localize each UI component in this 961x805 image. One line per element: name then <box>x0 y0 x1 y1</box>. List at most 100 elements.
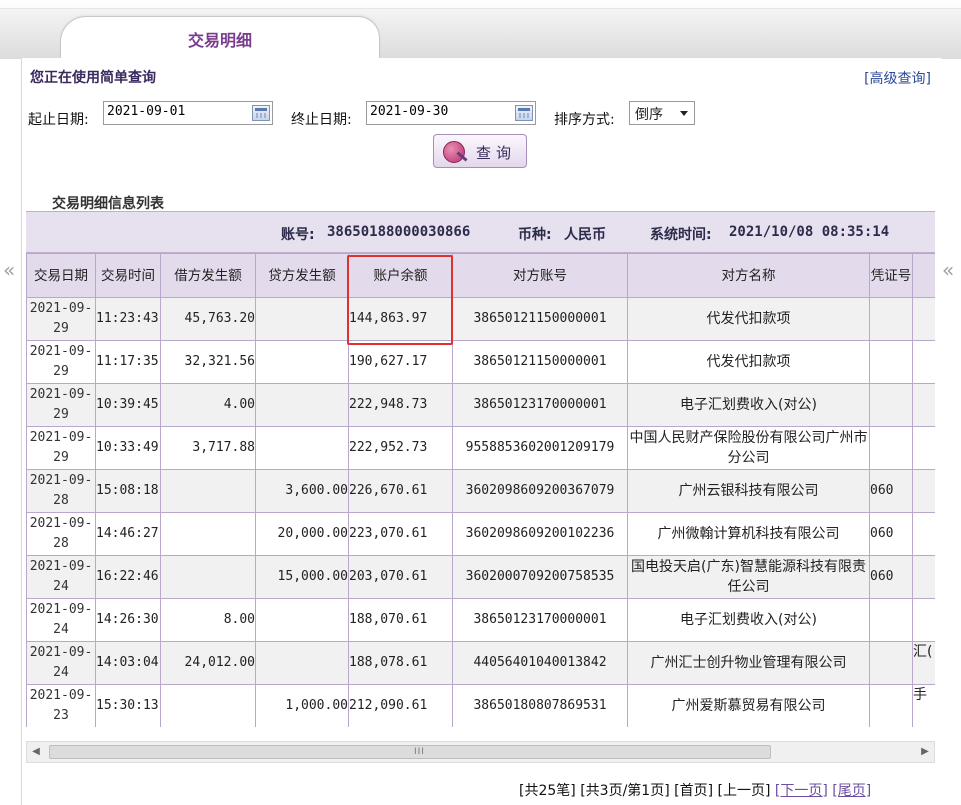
cell-date: 2021-09-24 <box>26 598 96 642</box>
advanced-query-link[interactable]: [高级查询] <box>864 68 931 88</box>
cell-date: 2021-09-28 <box>26 512 96 556</box>
cell-extra <box>912 383 935 427</box>
col-header-credit[interactable]: 贷方发生额 <box>255 253 349 298</box>
start-date-value: 2021-09-01 <box>107 104 186 119</box>
table-row[interactable]: 2021-09-28 14:46:27 20,000.00 223,070.61 360… <box>26 512 935 556</box>
calendar-icon[interactable] <box>515 105 533 121</box>
grip-icon: III <box>414 747 425 757</box>
query-button[interactable]: 查询 <box>433 134 527 168</box>
query-mode-title: 您正在使用简单查询 <box>30 70 156 86</box>
cell-debit <box>160 469 256 513</box>
pager-total-records: [共25笔] <box>519 783 576 799</box>
pager-next-link[interactable]: [下一页] <box>775 783 828 799</box>
cell-counter-name: 国电投天启(广东)智慧能源科技有限责任公司 <box>627 555 870 599</box>
double-chevron-left-icon[interactable]: « <box>3 258 15 282</box>
cell-counter-name: 中国人民财产保险股份有限公司广州市分公司 <box>627 426 870 470</box>
col-header-debit[interactable]: 借方发生额 <box>160 253 256 298</box>
end-date-input[interactable]: 2021-09-30 <box>366 101 536 125</box>
scroll-right-icon[interactable]: ▶ <box>916 742 934 762</box>
cell-date: 2021-09-23 <box>26 684 96 727</box>
pager-last-link[interactable]: [尾页] <box>832 783 871 799</box>
start-date-label: 起止日期: <box>28 112 89 128</box>
cell-credit <box>255 641 349 685</box>
table-row[interactable]: 2021-09-29 10:39:45 4.00 222,948.73 38650123… <box>26 383 935 427</box>
transaction-table: 交易日期 交易时间 借方发生额 贷方发生额 账户余额 对方账号 对方名称 凭证号… <box>26 253 935 727</box>
cell-debit: 45,763.20 <box>160 297 256 341</box>
cell-balance: 222,952.73 <box>348 426 453 470</box>
cell-balance: 222,948.73 <box>348 383 453 427</box>
tab-transaction-details[interactable]: 交易明细 <box>60 16 380 59</box>
currency-label: 币种: <box>518 227 552 243</box>
cell-extra: 手 <box>912 684 935 727</box>
system-time-value: 2021/10/08 08:35:14 <box>729 224 890 240</box>
cell-time: 14:03:04 <box>95 641 161 685</box>
date-filter-row: 起止日期: 2021-09-01 终止日期: 2021-09-30 排序方式: … <box>28 101 928 129</box>
table-row[interactable]: 2021-09-24 16:22:46 15,000.00 203,070.61 360… <box>26 555 935 599</box>
cell-balance: 223,070.61 <box>348 512 453 556</box>
cell-extra <box>912 297 935 341</box>
cell-counter-account: 38650123170000001 <box>452 383 628 427</box>
cell-credit: 3,600.00 <box>255 469 349 513</box>
pager: [共25笔] [共3页/第1页] [首页] [上一页] [下一页] [尾页] <box>519 780 871 800</box>
cell-voucher <box>869 297 913 341</box>
cell-time: 15:08:18 <box>95 469 161 513</box>
cell-time: 10:33:49 <box>95 426 161 470</box>
transaction-grid: 账号: 38650188000030866 币种: 人民币 系统时间: 2021… <box>26 211 935 727</box>
system-time-label: 系统时间: <box>650 227 712 243</box>
sort-order-value: 倒序 <box>635 107 663 123</box>
col-header-time[interactable]: 交易时间 <box>95 253 161 298</box>
cell-counter-account: 38650180807869531 <box>452 684 628 727</box>
col-header-date[interactable]: 交易日期 <box>26 253 96 298</box>
col-header-counter-account[interactable]: 对方账号 <box>452 253 628 298</box>
cell-voucher <box>869 340 913 384</box>
table-row[interactable]: 2021-09-29 11:23:43 45,763.20 144,863.97 386… <box>26 297 935 341</box>
cell-balance: 190,627.17 <box>348 340 453 384</box>
cell-debit: 3,717.88 <box>160 426 256 470</box>
col-header-balance[interactable]: 账户余额 <box>348 253 453 298</box>
table-row[interactable]: 2021-09-29 11:17:35 32,321.56 190,627.17 386… <box>26 340 935 384</box>
cell-date: 2021-09-28 <box>26 469 96 513</box>
cell-counter-account: 38650121150000001 <box>452 340 628 384</box>
start-date-input[interactable]: 2021-09-01 <box>103 101 273 125</box>
table-row[interactable]: 2021-09-23 15:30:13 1,000.00 212,090.61 3865… <box>26 684 935 727</box>
sort-label: 排序方式: <box>554 112 615 128</box>
cell-credit <box>255 383 349 427</box>
cell-extra: 汇( <box>912 641 935 685</box>
cell-balance: 226,670.61 <box>348 469 453 513</box>
horizontal-scrollbar[interactable]: ◀ III ▶ <box>26 741 935 763</box>
cell-counter-account: 38650121150000001 <box>452 297 628 341</box>
cell-debit <box>160 684 256 727</box>
scrollbar-thumb[interactable]: III <box>49 745 771 759</box>
cell-voucher <box>869 426 913 470</box>
cell-debit: 8.00 <box>160 598 256 642</box>
cell-date: 2021-09-29 <box>26 426 96 470</box>
table-row[interactable]: 2021-09-29 10:33:49 3,717.88 222,952.73 9558… <box>26 426 935 470</box>
cell-voucher <box>869 383 913 427</box>
double-chevron-left-icon[interactable]: « <box>942 258 954 282</box>
table-row[interactable]: 2021-09-24 14:03:04 24,012.00 188,078.61 440… <box>26 641 935 685</box>
cell-extra <box>912 469 935 513</box>
col-header-counter-name[interactable]: 对方名称 <box>627 253 870 298</box>
scroll-left-icon[interactable]: ◀ <box>27 742 45 762</box>
cell-voucher: 060 <box>869 555 913 599</box>
cell-counter-account: 3602098609200367079 <box>452 469 628 513</box>
cell-date: 2021-09-29 <box>26 340 96 384</box>
cell-counter-account: 44056401040013842 <box>452 641 628 685</box>
sort-order-select[interactable]: 倒序 <box>629 101 695 125</box>
cell-debit <box>160 555 256 599</box>
cell-voucher <box>869 598 913 642</box>
cell-date: 2021-09-24 <box>26 641 96 685</box>
cell-counter-account: 38650123170000001 <box>452 598 628 642</box>
table-row[interactable]: 2021-09-28 15:08:18 3,600.00 226,670.61 3602… <box>26 469 935 513</box>
col-header-extra <box>912 253 935 298</box>
calendar-icon[interactable] <box>252 105 270 121</box>
table-row[interactable]: 2021-09-24 14:26:30 8.00 188,070.61 38650123… <box>26 598 935 642</box>
pager-prev: [上一页] <box>717 783 771 799</box>
col-header-voucher[interactable]: 凭证号 <box>869 253 913 298</box>
cell-counter-account: 9558853602001209179 <box>452 426 628 470</box>
cell-balance: 188,070.61 <box>348 598 453 642</box>
cell-balance: 203,070.61 <box>348 555 453 599</box>
cell-voucher: 060 <box>869 469 913 513</box>
cell-extra <box>912 555 935 599</box>
cell-credit <box>255 598 349 642</box>
